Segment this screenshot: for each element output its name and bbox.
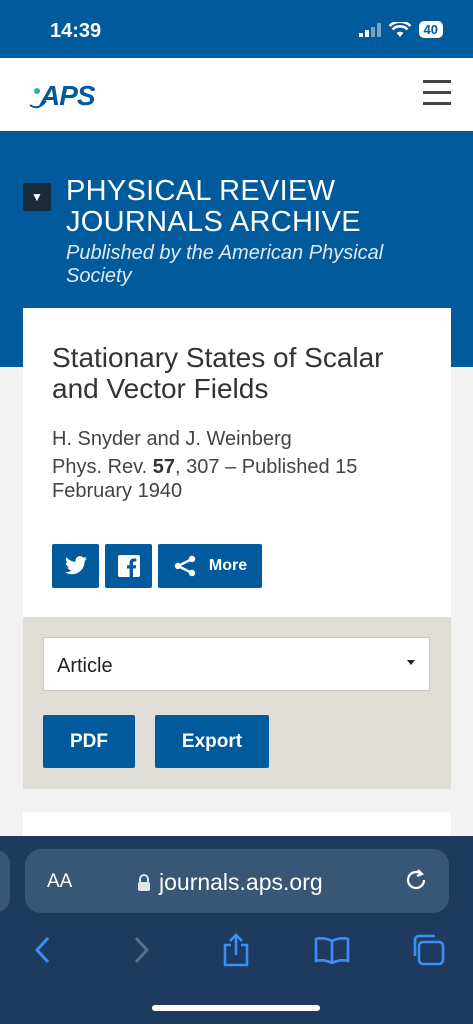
site-nav: APS (0, 58, 473, 131)
status-icons: 40 (358, 21, 443, 38)
chevron-right-icon (134, 936, 150, 964)
previous-tab-peek[interactable] (0, 850, 10, 912)
battery-indicator: 40 (418, 21, 443, 38)
hamburger-icon (423, 80, 451, 83)
more-share-button[interactable]: More (158, 544, 262, 588)
archive-subtitle: Published by the American Physical Socie… (66, 242, 384, 287)
article-card: Stationary States of Scalar and Vector F… (23, 308, 451, 617)
url-display: journals.aps.org (137, 869, 323, 896)
book-icon (314, 937, 350, 964)
header-toggle-button[interactable]: ▼ (23, 183, 51, 211)
article-title: Stationary States of Scalar and Vector F… (52, 342, 384, 404)
chevron-down-icon: ▼ (31, 190, 43, 204)
menu-button[interactable] (423, 80, 451, 108)
chevron-left-icon (34, 936, 50, 964)
home-indicator (152, 1005, 320, 1011)
signal-icon (358, 22, 381, 37)
journal-name: Phys. Rev. (52, 456, 148, 478)
dropdown-caret-icon (407, 660, 415, 665)
url-text: journals.aps.org (159, 869, 323, 895)
aps-logo[interactable]: APS (28, 76, 96, 116)
journal-volume: 57 (152, 456, 176, 478)
logo-text: APS (40, 80, 96, 111)
status-bar: 14:39 40 (0, 0, 473, 58)
back-button[interactable] (24, 932, 60, 968)
share-sheet-icon (223, 933, 249, 967)
facebook-icon (117, 555, 140, 577)
tabs-icon (413, 934, 445, 966)
address-bar[interactable]: AA journals.aps.org (25, 849, 449, 913)
wifi-icon (388, 21, 411, 37)
share-page-button[interactable] (218, 932, 254, 968)
status-time: 14:39 (50, 20, 102, 42)
export-button[interactable]: Export (155, 715, 269, 768)
browser-toolbar: AA journals.aps.org (0, 836, 473, 1024)
tabs-button[interactable] (410, 932, 446, 968)
article-section-select[interactable]: Article (43, 637, 430, 691)
reload-icon[interactable] (403, 867, 429, 893)
article-citation: Phys. Rev. 57, 307 – Published 15 Februa… (52, 455, 432, 503)
archive-title: PHYSICAL REVIEW JOURNALS ARCHIVE (66, 175, 361, 238)
select-value: Article (57, 655, 113, 677)
twitter-share-button[interactable] (52, 544, 99, 588)
lock-icon (138, 873, 150, 891)
reader-settings-button[interactable]: AA (47, 871, 72, 893)
article-authors[interactable]: H. Snyder and J. Weinberg (52, 428, 292, 451)
twitter-icon (64, 556, 87, 575)
more-label: More (208, 557, 248, 574)
bookmarks-button[interactable] (314, 932, 350, 968)
share-icon (174, 555, 196, 577)
facebook-share-button[interactable] (105, 544, 152, 588)
share-row: More (52, 544, 262, 588)
forward-button[interactable] (124, 932, 160, 968)
article-tools-panel: Article PDF Export (23, 617, 451, 789)
pdf-button[interactable]: PDF (43, 715, 135, 768)
